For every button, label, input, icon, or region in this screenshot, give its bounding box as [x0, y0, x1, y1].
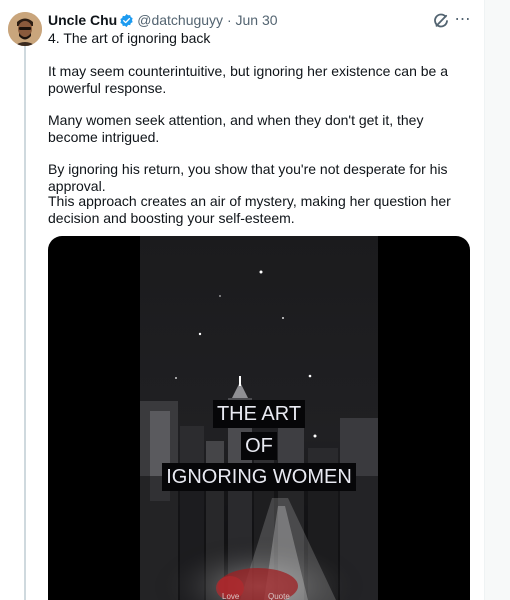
video-label-quote: Quote	[268, 592, 290, 600]
avatar-image	[8, 12, 42, 46]
more-icon[interactable]: ⋯	[454, 12, 472, 30]
display-name[interactable]: Uncle Chu	[48, 12, 117, 28]
video-frame: THE ART OF IGNORING WOMEN Love Quote	[140, 236, 378, 600]
side-gutter	[485, 0, 510, 600]
tweet[interactable]: Uncle Chu @datchuguyy · Jun 30 ⋯ 4. The a…	[0, 0, 484, 600]
video-caption-line: OF	[140, 432, 378, 460]
handle[interactable]: @datchuguyy	[137, 12, 223, 28]
tweet-header: Uncle Chu @datchuguyy · Jun 30	[48, 11, 278, 29]
tweet-paragraph: It may seem counterintuitive, but ignori…	[48, 63, 448, 96]
video-label-love: Love	[222, 592, 240, 600]
grok-icon[interactable]	[432, 12, 450, 30]
tweet-paragraph: Many women seek attention, and when they…	[48, 112, 424, 145]
video-caption-line: IGNORING WOMEN	[140, 463, 378, 491]
video-caption-line: THE ART	[140, 400, 378, 428]
tweet-paragraph: By ignoring his return, you show that yo…	[48, 161, 448, 194]
video-player[interactable]: THE ART OF IGNORING WOMEN Love Quote	[48, 236, 470, 600]
tweet-paragraph: This approach creates an air of mystery,…	[48, 193, 451, 226]
timestamp[interactable]: Jun 30	[236, 12, 278, 28]
video-bottom-labels: Love Quote	[140, 588, 378, 600]
tweet-paragraph: 4. The art of ignoring back	[48, 30, 211, 46]
page: Uncle Chu @datchuguyy · Jun 30 ⋯ 4. The a…	[0, 0, 510, 600]
separator: ·	[226, 12, 232, 28]
avatar[interactable]	[8, 12, 42, 46]
